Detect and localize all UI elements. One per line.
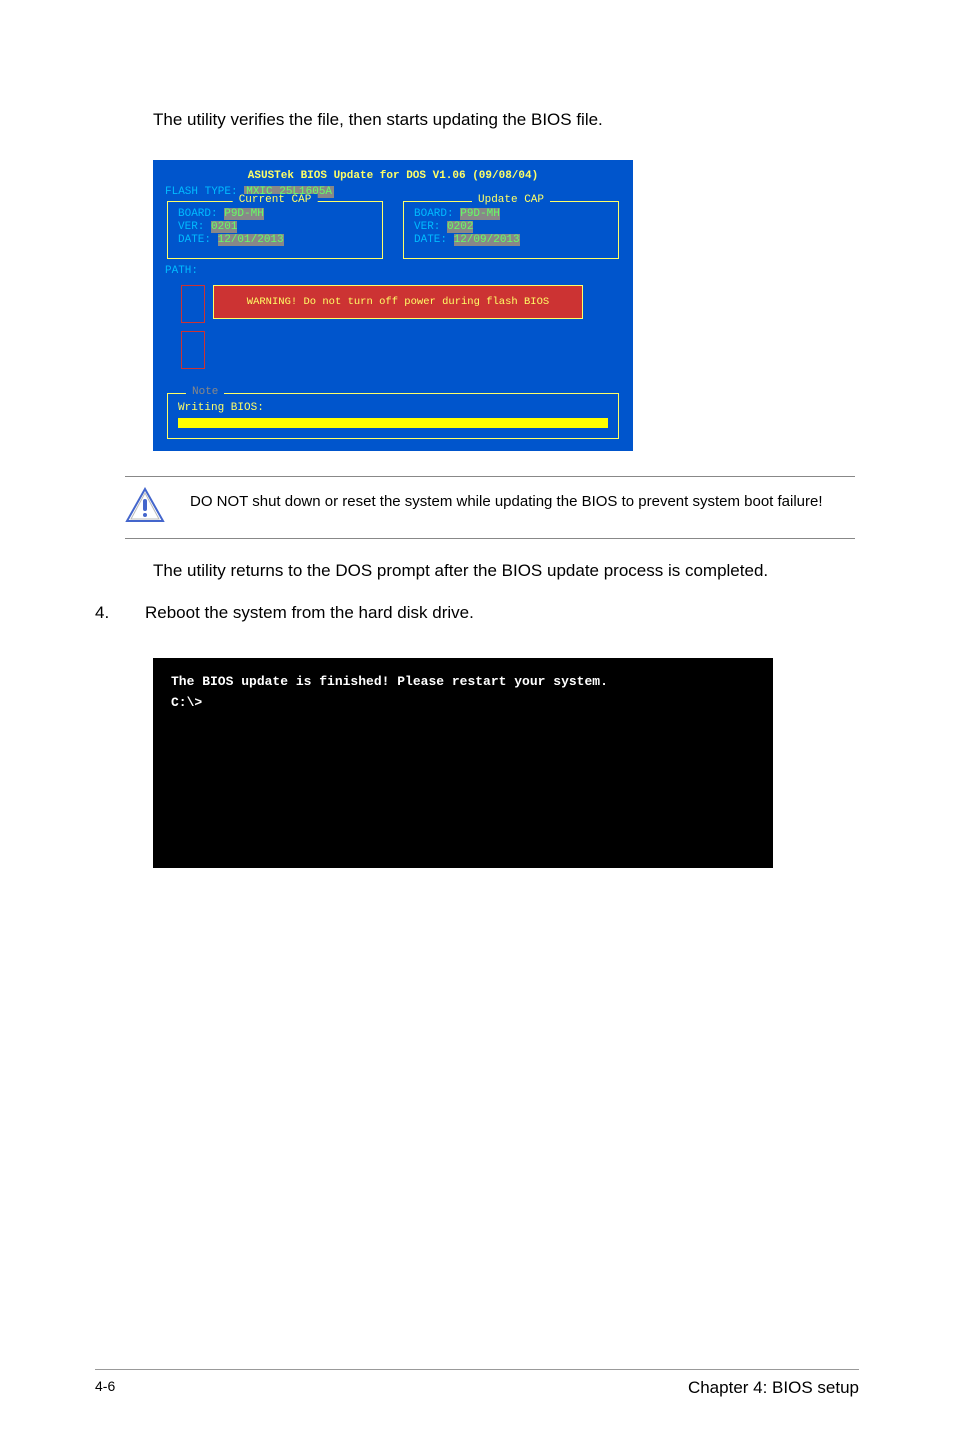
current-date-line: DATE: 12/01/2013 [178,234,372,247]
chapter-label: Chapter 4: BIOS setup [688,1378,859,1398]
warning-banner: WARNING! Do not turn off power during fl… [213,285,583,319]
caution-text: DO NOT shut down or reset the system whi… [190,487,823,512]
update-cap-box: Update CAP BOARD: P9D-MH VER: 0202 DATE:… [403,201,619,259]
bios-update-screen: ASUSTek BIOS Update for DOS V1.06 (09/08… [153,160,633,451]
update-date-line: DATE: 12/09/2013 [414,234,608,247]
warn-small-box-1 [181,285,205,323]
dos-finished-line: The BIOS update is finished! Please rest… [171,674,755,689]
current-cap-box: Current CAP BOARD: P9D-MH VER: 0201 DATE… [167,201,383,259]
step-number: 4. [95,603,110,623]
note-legend: Note [186,386,224,398]
dos-prompt-screen: The BIOS update is finished! Please rest… [153,658,773,868]
writing-bios-label: Writing BIOS: [178,402,608,414]
caution-icon [125,487,165,528]
page-number: 4-6 [95,1378,115,1398]
current-board-line: BOARD: P9D-MH [178,208,372,221]
current-cap-legend: Current CAP [233,194,318,206]
dos-prompt-line: C:\> [171,695,755,710]
caution-callout: DO NOT shut down or reset the system whi… [125,476,855,539]
flash-type-line: FLASH TYPE: MXIC 25L1605A [153,186,633,198]
intro-text: The utility verifies the file, then star… [153,110,859,130]
update-cap-legend: Update CAP [472,194,550,206]
return-text: The utility returns to the DOS prompt af… [153,561,859,581]
step-text: Reboot the system from the hard disk dri… [145,603,474,623]
warn-small-box-2 [181,331,205,369]
current-ver-line: VER: 0201 [178,221,372,234]
step-4: 4. Reboot the system from the hard disk … [95,603,859,623]
note-box: Note Writing BIOS: [167,393,619,439]
page-footer: 4-6 Chapter 4: BIOS setup [95,1369,859,1398]
bios-title: ASUSTek BIOS Update for DOS V1.06 (09/08… [153,170,633,186]
path-label: PATH: [153,259,633,277]
update-ver-line: VER: 0202 [414,221,608,234]
progress-bar [178,418,608,428]
update-board-line: BOARD: P9D-MH [414,208,608,221]
